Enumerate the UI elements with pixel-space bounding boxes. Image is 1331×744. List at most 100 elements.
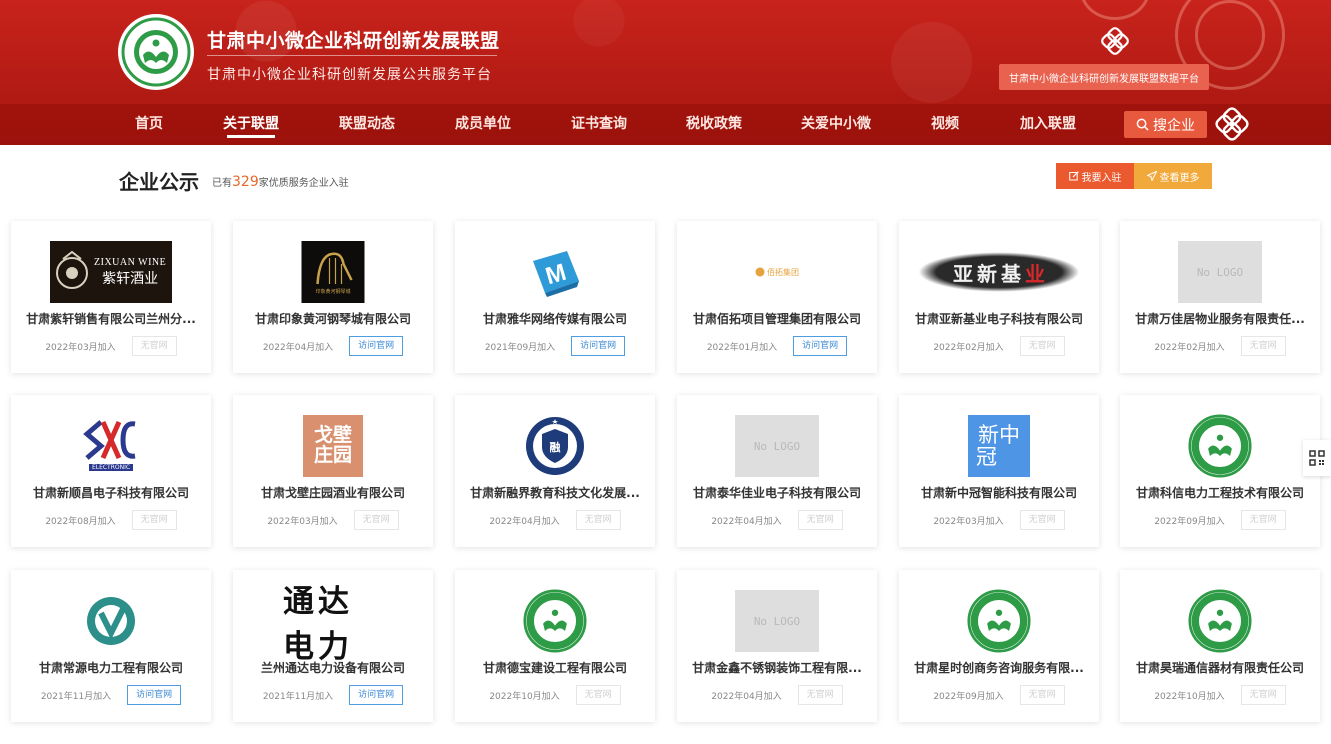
company-logo: 融 [526,417,584,475]
company-card[interactable]: 甘肃德宝建设工程有限公司 2022年10月加入 无官网 [455,570,655,722]
crest-icon [56,250,88,289]
company-logo [967,589,1031,653]
nav-item-news[interactable]: 联盟动态 [339,104,395,145]
company-logo-box[interactable]: 通达电力 [283,584,383,665]
company-name[interactable]: 甘肃万佳居物业服务有限责任... [1132,310,1308,327]
company-card[interactable]: 甘肃星时创商务咨询服务有限... 2022年09月加入 无官网 [899,570,1099,722]
nav-item-video[interactable]: 视频 [931,104,959,145]
company-name[interactable]: 甘肃新融界教育科技文化发展... [467,484,643,501]
company-card[interactable]: 戈壁 庄园 甘肃戈壁庄园酒业有限公司 2022年03月加入 无官网 [233,395,433,547]
alliance-logo[interactable] [118,14,194,90]
logo-text: 冠 [976,445,997,469]
nav-item-join[interactable]: 加入联盟 [1020,104,1076,145]
nav-item-home[interactable]: 首页 [135,104,163,145]
join-date: 2022年03月加入 [267,516,338,527]
company-card[interactable]: 亚新基业甘肃亚新基业电子科技有限公司 2022年02月加入 无官网 [899,221,1099,373]
data-platform-button[interactable]: 甘肃中小微企业科研创新发展联盟数据平台 [999,64,1209,90]
nav-item-about[interactable]: 关于联盟 [223,104,279,145]
company-card[interactable]: 新中冠甘肃新中冠智能科技有限公司 2022年03月加入 无官网 [899,395,1099,547]
piano-icon [315,251,353,284]
company-card[interactable]: ELECTRONIC 甘肃新顺昌电子科技有限公司 2022年08月加入 无官网 [11,395,211,547]
company-name[interactable]: 兰州通达电力设备有限公司 [245,659,421,676]
visit-site-button[interactable]: 访问官网 [127,685,182,705]
no-site-badge: 无官网 [797,510,843,530]
join-date: 2022年09月加入 [933,691,1004,702]
company-card[interactable]: No LOGO 甘肃万佳居物业服务有限责任... 2022年02月加入 无官网 [1120,221,1320,373]
company-logo-box[interactable]: 佰拓集团 [755,241,799,303]
company-card[interactable]: 通达电力 兰州通达电力设备有限公司 2021年11月加入 访问官网 [233,570,433,722]
company-name[interactable]: 甘肃星时创商务咨询服务有限... [911,659,1087,676]
nav-item-certificate[interactable]: 证书查询 [571,104,627,145]
view-more-button[interactable]: 查看更多 [1134,163,1212,189]
company-name[interactable]: 甘肃德宝建设工程有限公司 [467,659,643,676]
join-button[interactable]: 我要入驻 [1056,163,1134,189]
company-logo-box[interactable]: 亚新基业 [918,241,1080,303]
company-name[interactable]: 甘肃戈壁庄园酒业有限公司 [245,484,421,501]
company-name[interactable]: 甘肃紫轩销售有限公司兰州分... [23,310,199,327]
no-site-badge: 无官网 [1240,336,1286,356]
company-logo-box[interactable]: ZIXUAN WINE 紫轩酒业 [50,241,172,303]
company-card[interactable]: 甘肃昊瑞通信器材有限责任公司 2022年10月加入 无官网 [1120,570,1320,722]
company-name[interactable]: 甘肃金鑫不锈钢装饰工程有限... [689,659,865,676]
visit-site-button[interactable]: 访问官网 [349,685,404,705]
company-card[interactable]: ZIXUAN WINE 紫轩酒业 甘肃紫轩销售有限公司兰州分... 2022年03月加… [11,221,211,373]
company-name[interactable]: 甘肃昊瑞通信器材有限责任公司 [1132,659,1308,676]
company-logo-box[interactable] [1188,414,1252,478]
company-name[interactable]: 甘肃新顺昌电子科技有限公司 [23,484,199,501]
sxc-mark-icon [83,420,136,460]
join-date: 2022年04月加入 [711,691,782,702]
company-logo-box[interactable]: 融 [524,415,586,477]
no-site-badge: 无官网 [1019,685,1065,705]
company-card[interactable]: 印象黄河钢琴城甘肃印象黄河钢琴城有限公司 2022年04月加入 访问官网 [233,221,433,373]
company-logo-box[interactable]: No LOGO [735,415,819,477]
company-name[interactable]: 甘肃印象黄河钢琴城有限公司 [245,310,421,327]
company-meta: 2022年04月加入 无官网 [677,510,877,530]
company-meta: 2022年02月加入 无官网 [899,336,1099,356]
no-logo-placeholder: No LOGO [1178,241,1262,303]
company-meta: 2022年01月加入 访问官网 [677,336,877,356]
visit-site-button[interactable]: 访问官网 [571,336,626,356]
company-logo-box[interactable] [85,590,137,652]
company-name[interactable]: 甘肃科信电力工程技术有限公司 [1132,484,1308,501]
company-logo: 新中冠 [968,415,1030,477]
company-logo-box[interactable]: 印象黄河钢琴城 [301,241,365,303]
company-logo-box[interactable]: 新中冠 [968,415,1030,477]
company-logo-box[interactable] [1188,589,1252,653]
company-card[interactable]: No LOGO 甘肃泰华佳业电子科技有限公司 2022年04月加入 无官网 [677,395,877,547]
logo-text: 新中 [978,422,1020,447]
company-logo-box[interactable]: ELECTRONIC [82,415,140,477]
company-name[interactable]: 甘肃新中冠智能科技有限公司 [911,484,1087,501]
nav-item-tax[interactable]: 税收政策 [686,104,742,145]
section-summary: 已有 329 家优质服务企业入驻 [212,174,349,190]
qr-code-float-button[interactable] [1303,440,1331,476]
company-card[interactable]: 甘肃科信电力工程技术有限公司 2022年09月加入 无官网 [1120,395,1320,547]
join-date: 2022年04月加入 [489,516,560,527]
company-logo-box[interactable] [967,589,1031,653]
company-name[interactable]: 甘肃泰华佳业电子科技有限公司 [689,484,865,501]
company-meta: 2022年04月加入 访问官网 [233,336,433,356]
company-logo-box[interactable]: No LOGO [1178,241,1262,303]
company-logo-box[interactable]: No LOGO [735,590,819,652]
company-name[interactable]: 甘肃雅华网络传媒有限公司 [467,310,643,327]
nav-item-members[interactable]: 成员单位 [455,104,511,145]
company-card[interactable]: 佰拓集团甘肃佰拓项目管理集团有限公司 2022年01月加入 访问官网 [677,221,877,373]
decorative-ring [1195,0,1265,70]
visit-site-button[interactable]: 访问官网 [349,336,404,356]
company-logo: 戈壁 庄园 [303,415,363,477]
nav-item-care[interactable]: 关爱中小微 [801,104,871,145]
company-card[interactable]: 甘肃常源电力工程有限公司 2021年11月加入 访问官网 [11,570,211,722]
company-name[interactable]: 甘肃常源电力工程有限公司 [23,659,199,676]
company-logo-box[interactable]: M [527,241,583,303]
company-logo-box[interactable]: 戈壁 庄园 [303,415,363,477]
search-button-label: 搜企业 [1153,117,1195,134]
search-company-button[interactable]: 搜企业 [1124,111,1207,138]
company-logo-box[interactable] [523,589,587,653]
company-name[interactable]: 甘肃佰拓项目管理集团有限公司 [689,310,865,327]
company-card[interactable]: M 甘肃雅华网络传媒有限公司 2021年09月加入 访问官网 [455,221,655,373]
visit-site-button[interactable]: 访问官网 [793,336,848,356]
join-date: 2022年04月加入 [711,516,782,527]
company-name[interactable]: 甘肃亚新基业电子科技有限公司 [911,310,1087,327]
company-card[interactable]: No LOGO 甘肃金鑫不锈钢装饰工程有限... 2022年04月加入 无官网 [677,570,877,722]
company-logo [523,589,587,653]
company-card[interactable]: 融甘肃新融界教育科技文化发展... 2022年04月加入 无官网 [455,395,655,547]
